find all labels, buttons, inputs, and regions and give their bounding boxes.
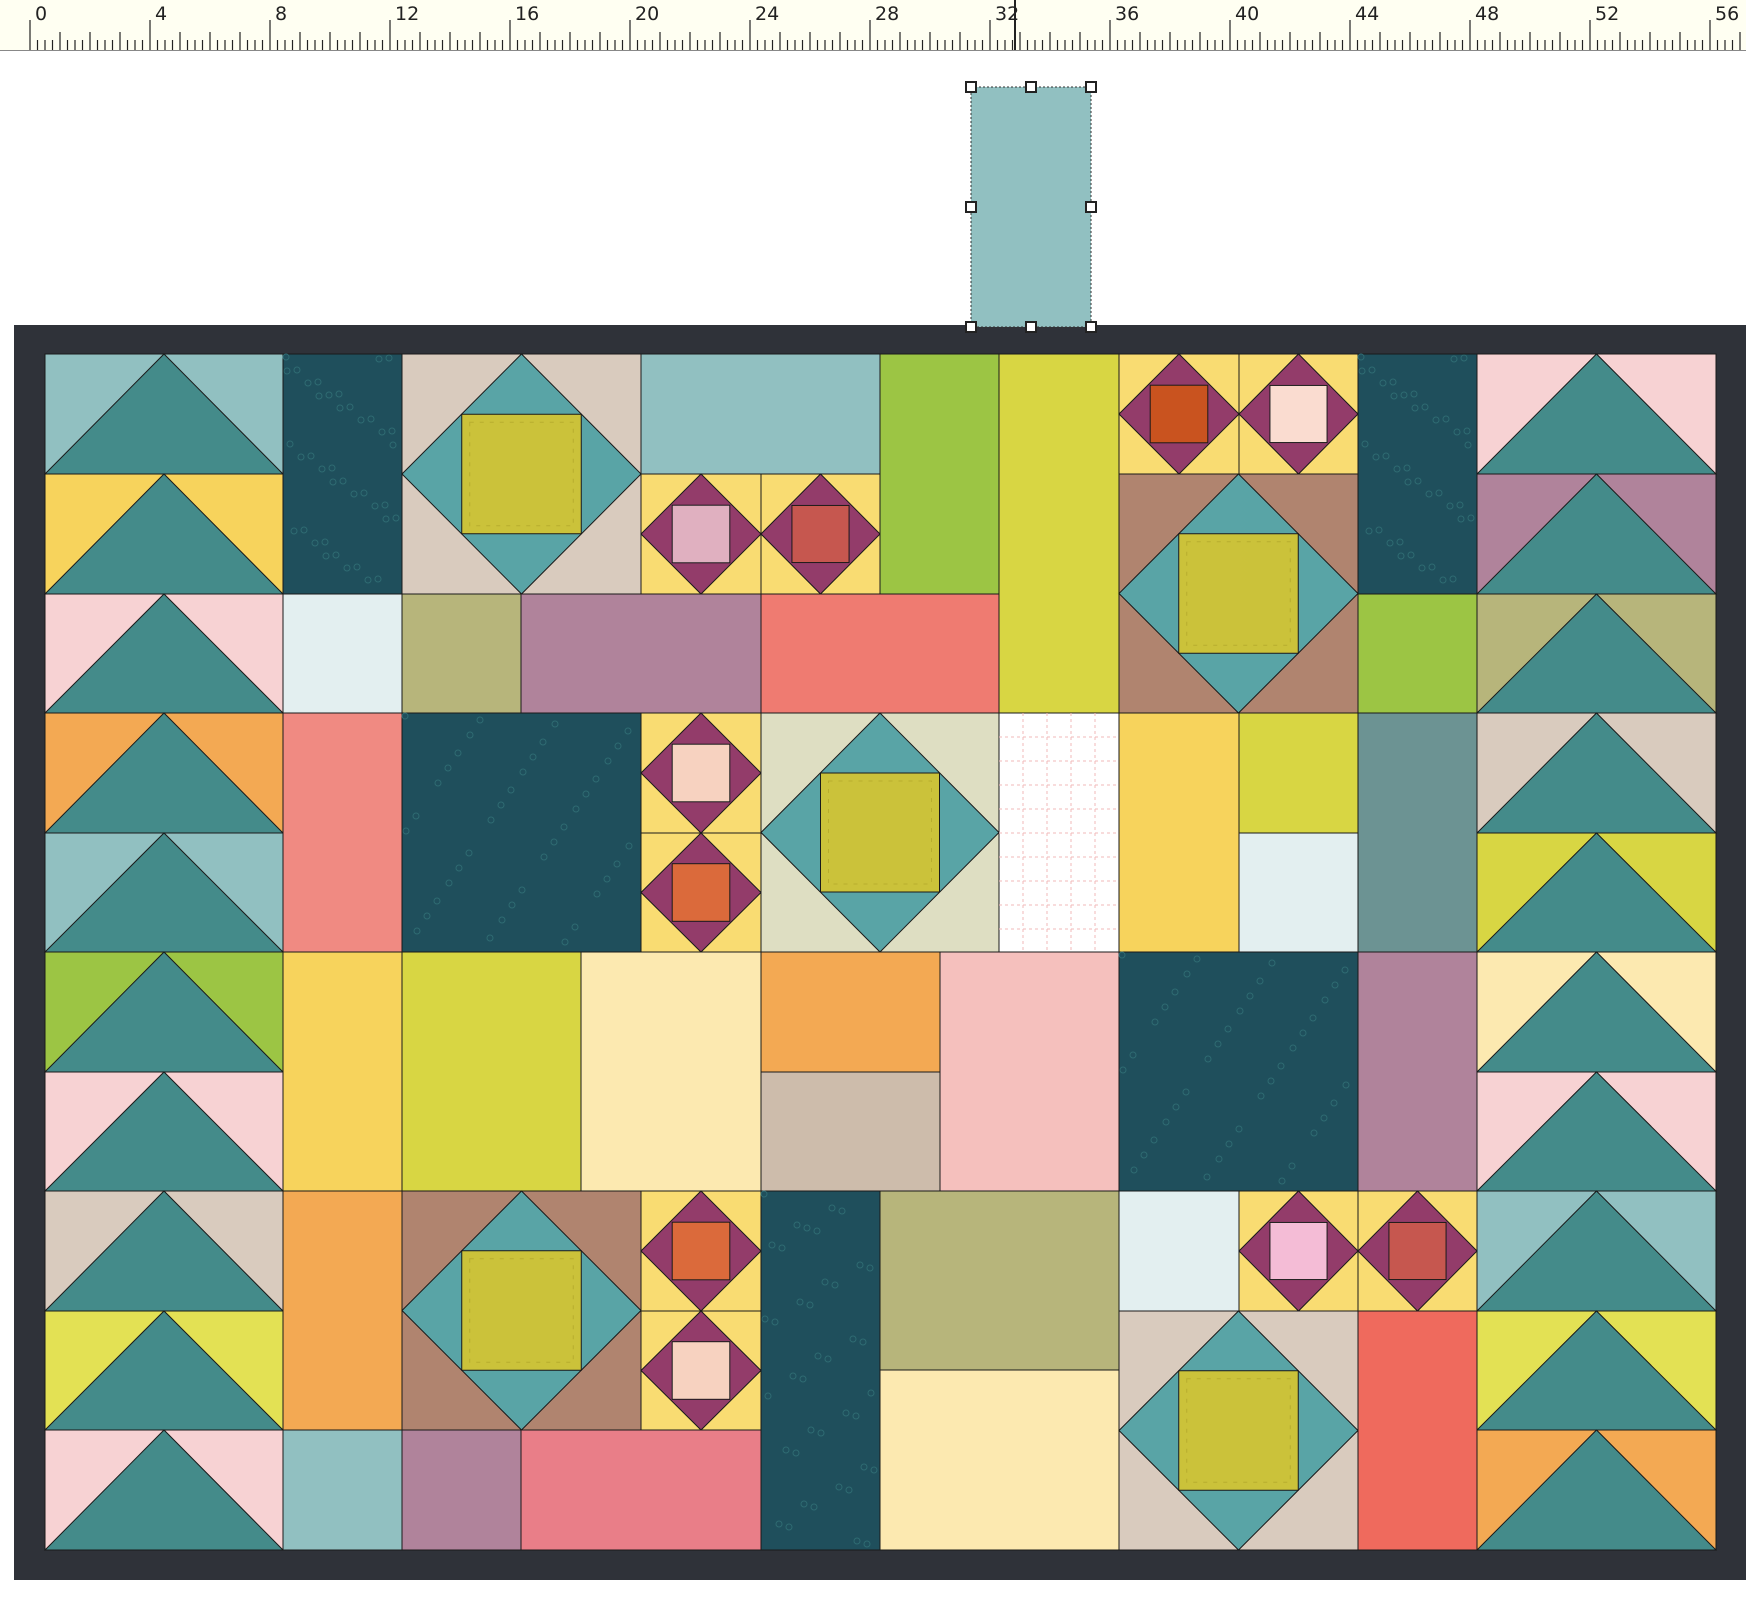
mini-center-square (1269, 1221, 1328, 1281)
ruler-label: 44 (1355, 3, 1379, 25)
quilt-patch (640, 353, 881, 475)
ruler-label: 12 (395, 3, 419, 25)
ruler-label: 20 (635, 3, 659, 25)
ruler-label: 52 (1595, 3, 1619, 25)
resize-handle[interactable] (965, 201, 977, 213)
horizontal-ruler[interactable]: 0 4 8 12 16 20 24 28 32 36 40 44 48 52 56 (0, 0, 1746, 51)
quilt-patch (401, 951, 582, 1192)
center-square (461, 413, 582, 535)
quilt-patch (520, 593, 762, 714)
resize-handle[interactable] (1025, 81, 1037, 93)
mini-center-square (1149, 384, 1209, 444)
ruler-label: 8 (275, 3, 287, 25)
navy-print-patch (282, 353, 403, 595)
quilt-patch (760, 1071, 941, 1192)
center-square (820, 772, 940, 893)
quilt-design-canvas[interactable] (0, 50, 1746, 1598)
mini-center-square (1269, 384, 1328, 444)
ruler-label: 40 (1235, 3, 1259, 25)
mini-center-square (671, 863, 731, 922)
navy-print-patch (401, 712, 642, 953)
mini-center-square (671, 1341, 731, 1400)
quilt-patch (282, 951, 403, 1192)
quilt-patch (939, 951, 1120, 1192)
ruler-label: 16 (515, 3, 539, 25)
ruler-label: 36 (1115, 3, 1139, 25)
selected-teal-rectangle (970, 86, 1092, 328)
quilt-patch (1118, 1190, 1240, 1312)
quilt-patch (282, 593, 403, 714)
quilt-patch (1238, 832, 1359, 953)
ruler-label: 0 (35, 3, 47, 25)
ruler-label: 56 (1715, 3, 1739, 25)
ruler-label: 48 (1475, 3, 1499, 25)
mini-center-square (671, 743, 731, 803)
quilt-patch (282, 1429, 403, 1551)
resize-handle[interactable] (965, 321, 977, 333)
mini-center-square (791, 504, 850, 564)
navy-print-patch (1118, 951, 1359, 1192)
quilt-patch (1357, 712, 1478, 953)
ruler-label: 24 (755, 3, 779, 25)
mini-center-square (671, 1221, 731, 1281)
quilt-patch (401, 593, 522, 714)
quilt-patch (282, 1190, 403, 1431)
quilt-patch (879, 1190, 1120, 1371)
quilt-patch (760, 593, 1000, 714)
resize-handle[interactable] (1025, 321, 1037, 333)
mini-center-square (1388, 1221, 1447, 1281)
center-square (1178, 1370, 1299, 1491)
quilt-layout[interactable] (0, 50, 1746, 1598)
resize-handle[interactable] (1085, 81, 1097, 93)
resize-handle[interactable] (965, 81, 977, 93)
ruler-scale: 0 4 8 12 16 20 24 28 32 36 40 44 48 52 56 (29, 0, 1741, 50)
resize-handle[interactable] (1085, 201, 1097, 213)
quilt-patch (879, 1369, 1120, 1551)
quilt-patch (998, 353, 1120, 714)
quilt-patch (1357, 1310, 1478, 1551)
navy-print-patch (1357, 353, 1478, 595)
quilt-patch (282, 712, 403, 953)
quilt-patch (1118, 712, 1240, 953)
quilt-patch (760, 951, 941, 1073)
center-square (461, 1250, 582, 1371)
quilt-patch (879, 353, 1000, 595)
quilt-patch (520, 1429, 762, 1551)
ruler-label: 4 (155, 3, 167, 25)
navy-print-patch (760, 1190, 881, 1551)
quilt-patch (580, 951, 762, 1192)
resize-handle[interactable] (1085, 321, 1097, 333)
quilt-patch (401, 1429, 522, 1551)
quilt-patch (1357, 593, 1478, 714)
quilt-patch (1357, 951, 1478, 1192)
ruler-label: 28 (875, 3, 899, 25)
mini-center-square (671, 504, 731, 564)
quilt-patch (1238, 712, 1359, 834)
center-square (1178, 533, 1299, 654)
